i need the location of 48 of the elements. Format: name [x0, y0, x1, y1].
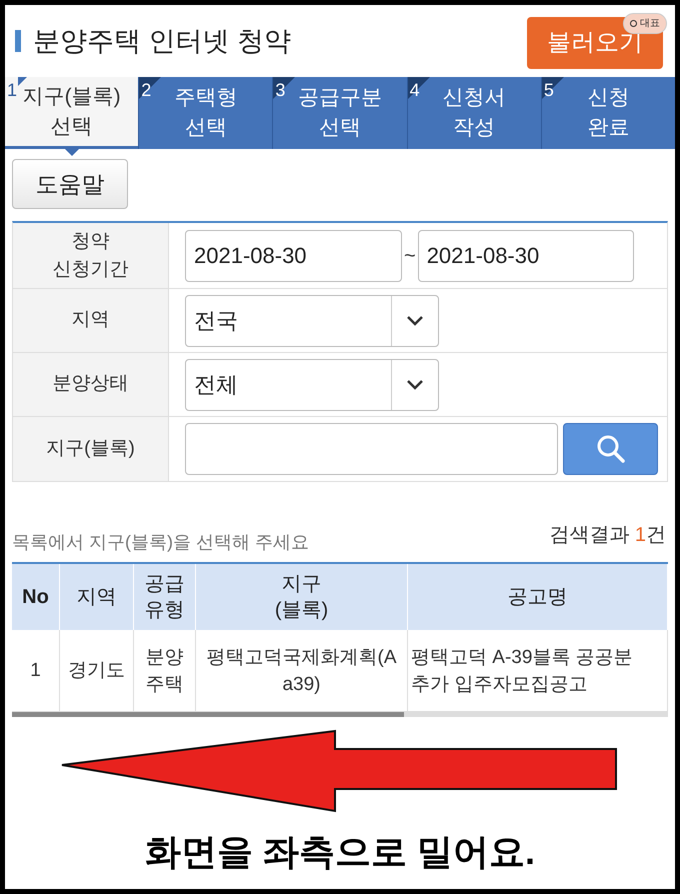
- column-header: 지역: [60, 564, 134, 630]
- scrollbar-thumb[interactable]: [12, 712, 404, 717]
- step-tab[interactable]: 2 주택형 선택: [138, 77, 272, 149]
- step-number: 4: [410, 79, 420, 102]
- step-tab[interactable]: 5 신청 완료: [540, 77, 675, 149]
- help-button[interactable]: 도움말: [12, 159, 128, 209]
- column-header: No: [12, 564, 60, 630]
- form-label: 분양상태: [13, 353, 169, 416]
- start-date-field[interactable]: 2021-08-30: [185, 230, 402, 282]
- result-count: 검색결과 1건: [549, 523, 667, 548]
- column-header: 공급 유형: [134, 564, 196, 630]
- corner-triangle-icon: [542, 77, 564, 99]
- instruction-text: 목록에서 지구(블록)을 선택해 주세요: [12, 531, 309, 554]
- form-label: 지역: [13, 289, 169, 352]
- step-tab[interactable]: 3 공급구분 선택: [272, 77, 407, 149]
- range-separator: ~: [404, 244, 416, 268]
- badge[interactable]: 대표: [623, 13, 667, 34]
- column-header: 공고명: [408, 564, 668, 630]
- title-bar-accent: [15, 30, 21, 52]
- search-icon: [596, 434, 626, 464]
- step-number: 2: [141, 79, 152, 102]
- page-title: 분양주택 인터넷 청약: [33, 24, 292, 58]
- step-tab[interactable]: 4 신청서 작성: [406, 77, 541, 149]
- annotation-caption: 화면을 좌측으로 밀어요.: [144, 830, 535, 874]
- corner-triangle-icon: [408, 77, 430, 99]
- dropdown[interactable]: 전국: [185, 294, 439, 346]
- column-header: 지구 (블록): [196, 564, 408, 630]
- district-field[interactable]: [185, 423, 558, 475]
- corner-triangle-icon: [273, 77, 296, 99]
- chevron-down-icon: [406, 378, 424, 390]
- table-cell: 평택고덕국제화계획(A a39): [196, 630, 408, 711]
- form-label: 청약 신청기간: [13, 223, 169, 288]
- table-cell: 경기도: [60, 630, 134, 711]
- step-tab[interactable]: 1 지구(블록) 선택: [5, 77, 138, 149]
- step-number: 3: [275, 79, 286, 102]
- corner-triangle-icon: [139, 77, 162, 99]
- corner-triangle-icon: [18, 77, 27, 86]
- step-number: 5: [544, 79, 554, 102]
- search-button[interactable]: [563, 423, 658, 475]
- step-number: 1: [7, 79, 18, 102]
- table-cell: 평택고덕 A-39블록 공공분 추가 입주자모집공고: [408, 630, 668, 711]
- chevron-down-icon: [406, 314, 424, 326]
- table-cell: 1: [12, 630, 60, 711]
- dropdown[interactable]: 전체: [185, 358, 439, 410]
- pointer-icon: [63, 147, 81, 157]
- table-cell: 분양 주택: [134, 630, 196, 711]
- form-label: 지구(블록): [13, 417, 169, 481]
- end-date-field[interactable]: 2021-08-30: [418, 230, 634, 282]
